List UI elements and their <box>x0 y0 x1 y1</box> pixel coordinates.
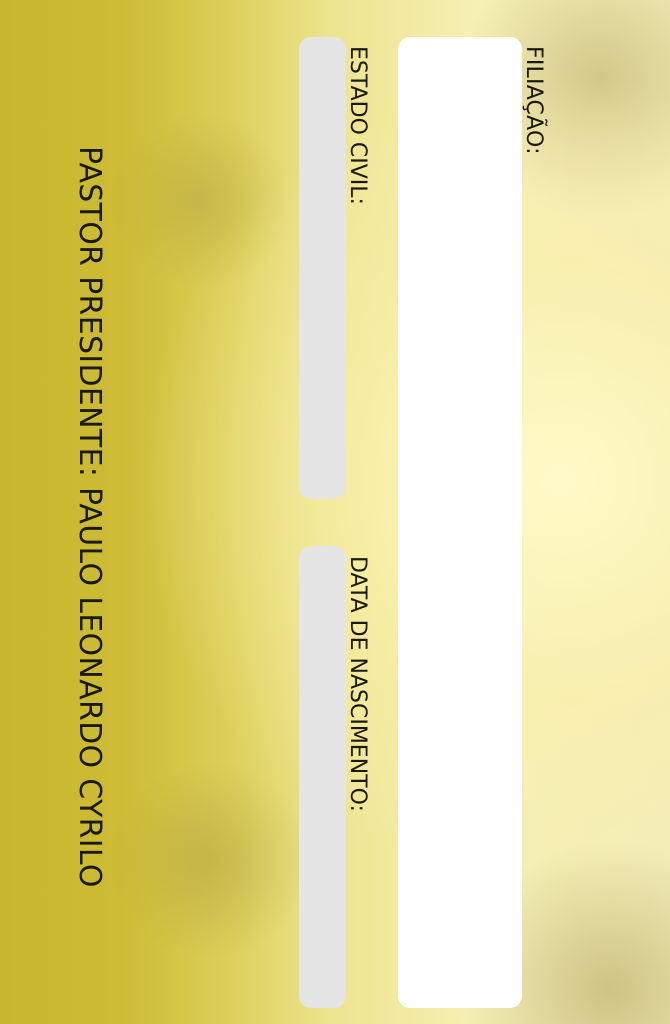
pastor-presidente-text: PASTOR PRESIDENTE: PAULO LEONARDO CYRILO <box>72 146 107 888</box>
data-nascimento-field <box>299 546 346 1008</box>
estado-civil-label: ESTADO CIVIL: <box>345 46 370 205</box>
filiacao-field <box>398 37 522 1008</box>
estado-civil-field <box>299 37 346 499</box>
filiacao-label: FILIAÇÃO: <box>521 46 546 155</box>
data-nascimento-label: DATA DE NASCIMENTO: <box>345 556 370 812</box>
